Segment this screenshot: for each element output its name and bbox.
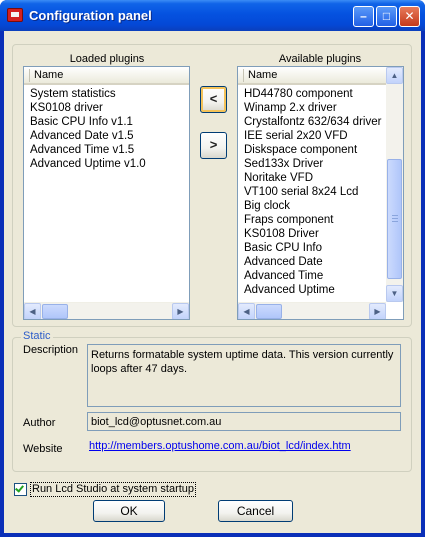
list-item[interactable]: Fraps component <box>244 213 382 227</box>
list-item[interactable]: Advanced Uptime <box>244 283 382 297</box>
scroll-left-icon[interactable]: ◀ <box>238 303 255 319</box>
minimize-button[interactable]: – <box>353 6 374 27</box>
loaded-plugins-label: Loaded plugins <box>69 53 145 65</box>
scroll-thumb[interactable] <box>387 159 402 279</box>
close-button[interactable]: ✕ <box>399 6 420 27</box>
scroll-down-icon[interactable]: ▼ <box>386 285 403 302</box>
list-item[interactable]: IEE serial 2x20 VFD <box>244 129 382 143</box>
list-item[interactable]: Big clock <box>244 199 382 213</box>
scroll-right-icon[interactable]: ▶ <box>172 303 189 319</box>
available-items: HD44780 component Winamp 2.x driver Crys… <box>244 87 382 297</box>
available-vertical-scrollbar[interactable]: ▲ ▼ <box>386 67 403 302</box>
loaded-horizontal-scrollbar[interactable]: ◀ ▶ <box>24 302 189 319</box>
loaded-items: System statistics KS0108 driver Basic CP… <box>30 87 185 171</box>
description-label: Description <box>23 344 79 356</box>
list-item[interactable]: KS0108 driver <box>30 101 185 115</box>
startup-checkbox[interactable] <box>14 483 27 496</box>
startup-checkbox-label[interactable]: Run Lcd Studio at system startup <box>30 482 197 497</box>
scroll-left-icon[interactable]: ◀ <box>24 303 41 319</box>
scroll-thumb[interactable] <box>256 304 282 319</box>
cancel-button[interactable]: Cancel <box>218 500 293 522</box>
move-right-button[interactable]: > <box>200 132 227 159</box>
scroll-right-icon[interactable]: ▶ <box>369 303 386 319</box>
list-item[interactable]: Sed133x Driver <box>244 157 382 171</box>
list-item[interactable]: HD44780 component <box>244 87 382 101</box>
title-bar[interactable]: Configuration panel – □ ✕ <box>0 0 425 31</box>
available-plugins-label: Available plugins <box>278 53 362 65</box>
list-item[interactable]: Advanced Date <box>244 255 382 269</box>
list-item[interactable]: Diskspace component <box>244 143 382 157</box>
available-horizontal-scrollbar[interactable]: ◀ ▶ <box>238 302 386 319</box>
grip-line <box>392 215 398 216</box>
column-header-label: Name <box>248 69 278 81</box>
website-label: Website <box>23 443 63 455</box>
available-name-column-header[interactable]: Name <box>238 67 386 85</box>
list-item[interactable]: Crystalfontz 632/634 driver <box>244 115 382 129</box>
list-item[interactable]: KS0108 Driver <box>244 227 382 241</box>
list-item[interactable]: Advanced Uptime v1.0 <box>30 157 185 171</box>
column-divider <box>29 69 30 82</box>
list-item[interactable]: Advanced Time <box>244 269 382 283</box>
column-divider <box>243 69 244 82</box>
list-item[interactable]: Advanced Time v1.5 <box>30 143 185 157</box>
author-label: Author <box>23 417 56 429</box>
ok-button[interactable]: OK <box>93 500 165 522</box>
configuration-window: Configuration panel – □ ✕ Loaded plugins… <box>0 0 425 537</box>
move-left-button[interactable]: < <box>200 86 227 113</box>
column-header-label: Name <box>34 69 64 81</box>
list-item[interactable]: System statistics <box>30 87 185 101</box>
app-icon <box>7 8 23 22</box>
grip-line <box>392 221 398 222</box>
available-plugins-list[interactable]: Name HD44780 component Winamp 2.x driver… <box>237 66 404 320</box>
author-field: biot_lcd@optusnet.com.au <box>87 412 401 431</box>
static-group-label: Static <box>21 330 53 342</box>
description-field: Returns formatable system uptime data. T… <box>87 344 401 407</box>
checkmark-icon <box>15 483 24 493</box>
list-item[interactable]: Advanced Date v1.5 <box>30 129 185 143</box>
grip-line <box>392 218 398 219</box>
loaded-plugins-list[interactable]: Name System statistics KS0108 driver Bas… <box>23 66 190 320</box>
list-item[interactable]: VT100 serial 8x24 Lcd <box>244 185 382 199</box>
client-area: Loaded plugins Available plugins Name Sy… <box>4 31 421 533</box>
list-item[interactable]: Basic CPU Info v1.1 <box>30 115 185 129</box>
list-item[interactable]: Basic CPU Info <box>244 241 382 255</box>
window-title: Configuration panel <box>29 8 152 23</box>
scroll-thumb[interactable] <box>42 304 68 319</box>
loaded-name-column-header[interactable]: Name <box>24 67 189 85</box>
maximize-button[interactable]: □ <box>376 6 397 27</box>
scroll-up-icon[interactable]: ▲ <box>386 67 403 84</box>
list-item[interactable]: Noritake VFD <box>244 171 382 185</box>
list-item[interactable]: Winamp 2.x driver <box>244 101 382 115</box>
website-link[interactable]: http://members.optushome.com.au/biot_lcd… <box>89 440 351 452</box>
